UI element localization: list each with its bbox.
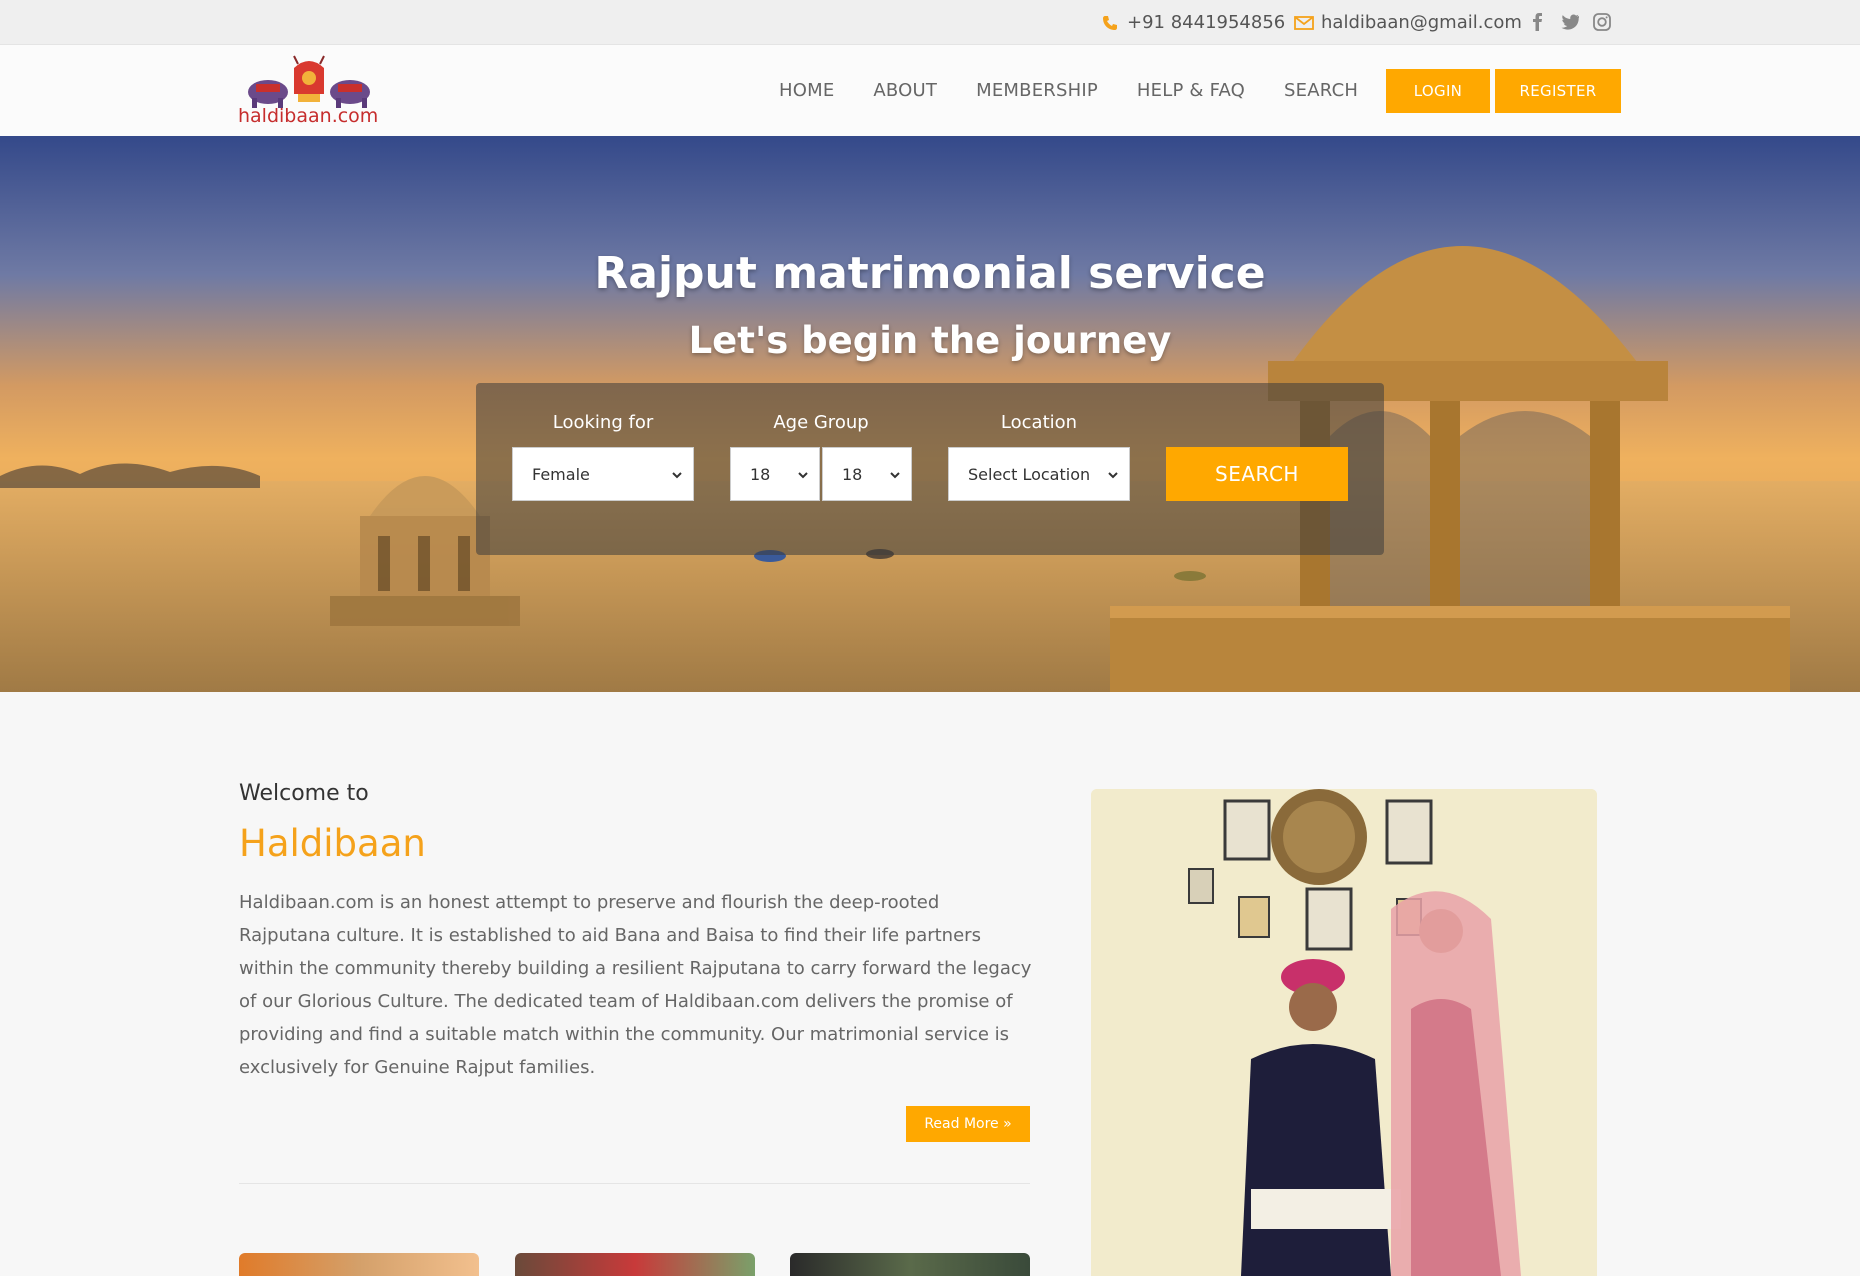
hero-title: Rajput matrimonial service — [594, 248, 1266, 299]
nav-membership[interactable]: MEMBERSHIP — [976, 80, 1098, 101]
phone-contact[interactable]: +91 8441954856 — [1099, 0, 1285, 45]
welcome-label: Welcome to — [239, 781, 369, 806]
read-more-button[interactable]: Read More » — [906, 1106, 1030, 1142]
chevron-down-icon — [797, 466, 809, 485]
age-group-label: Age Group — [773, 412, 869, 433]
thumbnail-image[interactable] — [515, 1253, 755, 1276]
email-contact[interactable]: haldibaan@gmail.com — [1293, 0, 1522, 45]
register-button[interactable]: REGISTER — [1495, 69, 1621, 113]
nav-search[interactable]: SEARCH — [1284, 80, 1358, 101]
nav-home[interactable]: HOME — [779, 80, 834, 101]
age-to-value: 18 — [842, 464, 863, 484]
thumbnail-image[interactable] — [790, 1253, 1030, 1276]
twitter-icon[interactable] — [1560, 11, 1580, 33]
hero-banner: Rajput matrimonial service Let's begin t… — [0, 136, 1860, 692]
chevron-down-icon — [671, 466, 683, 485]
instagram-icon[interactable] — [1592, 11, 1612, 33]
phone-icon — [1099, 12, 1121, 34]
nav-help-faq[interactable]: HELP & FAQ — [1137, 80, 1245, 101]
main-header: haldibaan.com HOME ABOUT MEMBERSHIP HELP… — [0, 45, 1860, 136]
envelope-icon — [1293, 12, 1315, 34]
logo-text: haldibaan.com — [238, 105, 379, 127]
thumbnail-image[interactable] — [239, 1253, 479, 1276]
chevron-down-icon — [1107, 466, 1119, 485]
nav-about[interactable]: ABOUT — [873, 80, 937, 101]
brand-heading: Haldibaan — [239, 822, 426, 865]
search-button[interactable]: SEARCH — [1166, 447, 1348, 501]
social-links — [1528, 11, 1612, 33]
top-contact-bar: +91 8441954856 haldibaan@gmail.com — [0, 0, 1860, 45]
looking-for-label: Looking for — [552, 412, 654, 433]
main-nav: HOME ABOUT MEMBERSHIP HELP & FAQ SEARCH — [779, 45, 1358, 136]
couple-photo — [1091, 789, 1597, 1276]
age-from-select[interactable]: 18 — [730, 447, 820, 501]
location-select[interactable]: Select Location — [948, 447, 1130, 501]
location-value: Select Location — [968, 464, 1091, 484]
email-address: haldibaan@gmail.com — [1321, 12, 1522, 33]
search-panel: Looking for Female Age Group 18 18 Locat… — [476, 383, 1384, 555]
age-from-value: 18 — [750, 464, 771, 484]
chevron-down-icon — [889, 466, 901, 485]
about-paragraph: Haldibaan.com is an honest attempt to pr… — [239, 892, 1032, 1078]
looking-for-value: Female — [532, 464, 590, 484]
location-label: Location — [1000, 412, 1078, 433]
phone-number: +91 8441954856 — [1127, 12, 1286, 33]
facebook-icon[interactable] — [1528, 11, 1548, 33]
section-divider — [239, 1183, 1030, 1184]
hero-subtitle: Let's begin the journey — [688, 319, 1172, 362]
login-button[interactable]: LOGIN — [1386, 69, 1490, 113]
looking-for-select[interactable]: Female — [512, 447, 694, 501]
age-to-select[interactable]: 18 — [822, 447, 912, 501]
